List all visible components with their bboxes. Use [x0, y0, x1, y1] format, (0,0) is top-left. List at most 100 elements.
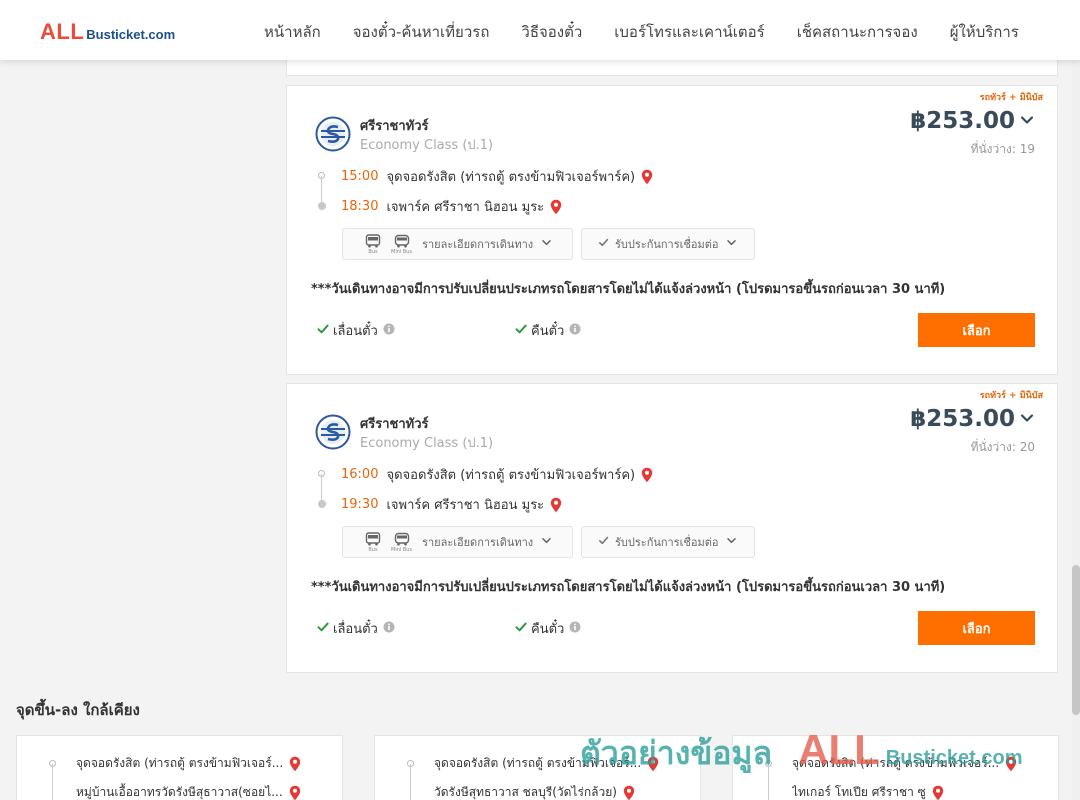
price-toggle[interactable]: ฿253.00	[910, 108, 1035, 134]
nearby-from-label: จุดจอดรังสิต (ท่ารถตู้ ตรงข้ามฟิวเจอร์..…	[76, 756, 284, 770]
nav-check-booking[interactable]: เช็คสถานะการจอง	[797, 20, 918, 44]
info-icon[interactable]	[383, 323, 395, 339]
nearby-to: ไทเกอร์ โทเปีย ศรีราชา ซู	[792, 783, 944, 800]
bus-icon: Bus	[365, 233, 381, 255]
arrival-dot	[318, 500, 326, 508]
arrival-stop: 19:30 เจพาร์ค ศรีราชา นิฮอน มูระ	[341, 494, 562, 515]
select-trip-button[interactable]: เลือก	[918, 313, 1035, 347]
departure-place: จุดจอดรังสิต (ท่ารถตู้ ตรงข้ามฟิวเจอร์พา…	[386, 468, 636, 483]
route-line	[321, 176, 322, 204]
map-pin-icon[interactable]	[550, 497, 562, 513]
scrollbar-thumb[interactable]	[1072, 565, 1080, 715]
nav-book-search[interactable]: จองตั๋ว-ค้นหาเที่ยวรถ	[353, 20, 490, 44]
map-pin-icon[interactable]	[289, 756, 301, 772]
refund-policy: คืนตั๋ว	[515, 618, 581, 639]
info-icon[interactable]	[569, 621, 581, 637]
seats-available: ที่นั่งว่าง: 20	[970, 440, 1035, 454]
map-pin-icon[interactable]	[623, 785, 635, 800]
site-logo[interactable]: ALL Busticket.com	[40, 19, 175, 45]
postpone-label: เลื่อนตั๋ว	[333, 622, 378, 637]
bus-class: Economy Class (ป.1)	[360, 138, 494, 153]
arrival-stop: 18:30 เจพาร์ค ศรีราชา นิฮอน มูระ	[341, 196, 562, 217]
bus-label: Bus	[368, 248, 378, 255]
map-pin-icon[interactable]	[647, 756, 659, 772]
check-icon	[598, 237, 609, 251]
postpone-label: เลื่อนตั๋ว	[333, 324, 378, 339]
nearby-route-card[interactable]: จุดจอดรังสิต (ท่ารถตู้ ตรงข้ามฟิวเจอร์..…	[374, 735, 701, 800]
logo-all-text: ALL	[40, 19, 85, 44]
operator-name: ศรีราชาทัวร์	[360, 119, 429, 134]
connection-guarantee-label: รับประกันการเชื่อมต่อ	[615, 536, 719, 549]
route-line	[768, 764, 769, 800]
arrival-place: เจพาร์ค ศรีราชา นิฮอน มูระ	[386, 498, 545, 513]
check-icon	[317, 621, 329, 637]
chevron-down-icon	[1019, 108, 1035, 134]
price-toggle[interactable]: ฿253.00	[910, 406, 1035, 432]
nearby-to-label: ไทเกอร์ โทเปีย ศรีราชา ซู	[792, 785, 926, 799]
chevron-down-icon	[726, 237, 737, 251]
operator-logo-icon	[315, 116, 351, 152]
price-value: ฿253.00	[910, 406, 1015, 432]
bus-class: Economy Class (ป.1)	[360, 436, 494, 451]
nav-operators[interactable]: ผู้ให้บริการ	[950, 20, 1019, 44]
trip-details-label: รายละเอียดการเดินทาง	[422, 536, 534, 549]
check-icon	[515, 323, 527, 339]
arrival-place: เจพาร์ค ศรีราชา นิฮอน มูระ	[386, 200, 545, 215]
map-pin-icon[interactable]	[641, 467, 653, 483]
vehicle-type-tag: รถทัวร์ + มินิบัส	[979, 391, 1043, 401]
departure-time: 15:00	[341, 169, 379, 184]
nearby-route-card[interactable]: จุดจอดรังสิต (ท่ารถตู้ ตรงข้ามฟิวเจอร์..…	[732, 735, 1059, 800]
nearby-from: จุดจอดรังสิต (ท่ารถตู้ ตรงข้ามฟิวเจอร์..…	[434, 754, 659, 773]
trip-details-label: รายละเอียดการเดินทาง	[422, 238, 534, 251]
departure-time: 16:00	[341, 467, 379, 482]
nearby-from: จุดจอดรังสิต (ท่ารถตู้ ตรงข้ามฟิวเจอร์..…	[792, 754, 1017, 773]
arrival-time: 19:30	[341, 497, 379, 512]
nearby-to-label: หมู่บ้านเอื้ออาทรวัดรังษีสุธาวาส(ซอยไ...	[76, 785, 283, 799]
check-icon	[598, 535, 609, 549]
nav-phone-counters[interactable]: เบอร์โทรและเคาน์เตอร์	[614, 20, 764, 44]
postpone-policy: เลื่อนตั๋ว	[317, 320, 395, 341]
trip-card: รถทัวร์ + มินิบัส ศรีราชาทัวร์ Economy C…	[286, 383, 1058, 673]
minibus-label: Mini Bus	[391, 248, 413, 255]
chevron-down-icon	[726, 535, 737, 549]
connection-guarantee-dropdown[interactable]: รับประกันการเชื่อมต่อ	[581, 526, 755, 558]
logo-busticket-text: Busticket.com	[86, 27, 176, 42]
trip-card: รถทัวร์ + มินิบัส ศรีราชาทัวร์ Economy C…	[286, 85, 1058, 375]
map-pin-icon[interactable]	[641, 169, 653, 185]
nav-home[interactable]: หน้าหลัก	[264, 20, 321, 44]
connection-guarantee-dropdown[interactable]: รับประกันการเชื่อมต่อ	[581, 228, 755, 260]
route-line	[321, 474, 322, 502]
map-pin-icon[interactable]	[1005, 756, 1017, 772]
refund-label: คืนตั๋ว	[531, 622, 565, 637]
bus-label: Bus	[368, 546, 378, 553]
nearby-to: หมู่บ้านเอื้ออาทรวัดรังษีสุธาวาส(ซอยไ...	[76, 783, 301, 800]
refund-policy: คืนตั๋ว	[515, 320, 581, 341]
route-line	[52, 764, 53, 800]
site-header: ALL Busticket.com หน้าหลัก จองตั๋ว-ค้นหา…	[0, 0, 1080, 60]
price-value: ฿253.00	[910, 108, 1015, 134]
trip-details-dropdown[interactable]: Bus Mini Bus รายละเอียดการเดินทาง	[342, 526, 573, 558]
map-pin-icon[interactable]	[289, 785, 301, 800]
nav-how-to-book[interactable]: วิธีจองตั๋ว	[521, 20, 582, 44]
minibus-icon: Mini Bus	[391, 234, 412, 255]
info-icon[interactable]	[383, 621, 395, 637]
bus-icon: Bus	[365, 531, 381, 553]
nearby-to: วัดรังษีสุทธาวาส ชลบุรี(วัดไร่กล้วย)	[434, 783, 635, 800]
postpone-policy: เลื่อนตั๋ว	[317, 618, 395, 639]
departure-stop: 15:00 จุดจอดรังสิต (ท่ารถตู้ ตรงข้ามฟิวเ…	[341, 166, 653, 187]
info-icon[interactable]	[569, 323, 581, 339]
departure-place: จุดจอดรังสิต (ท่ารถตู้ ตรงข้ามฟิวเจอร์พา…	[386, 170, 636, 185]
trip-notice: ***วันเดินทางอาจมีการปรับเปลี่ยนประเภทรถ…	[311, 580, 946, 595]
nearby-from-label: จุดจอดรังสิต (ท่ารถตู้ ตรงข้ามฟิวเจอร์..…	[434, 756, 642, 770]
minibus-label: Mini Bus	[391, 546, 413, 553]
nearby-stops-title: จุดขึ้น-ลง ใกล้เคียง	[16, 701, 140, 719]
nearby-route-card[interactable]: จุดจอดรังสิต (ท่ารถตู้ ตรงข้ามฟิวเจอร์..…	[16, 735, 343, 800]
trip-notice: ***วันเดินทางอาจมีการปรับเปลี่ยนประเภทรถ…	[311, 282, 946, 297]
trip-details-dropdown[interactable]: Bus Mini Bus รายละเอียดการเดินทาง	[342, 228, 573, 260]
minibus-icon: Mini Bus	[391, 532, 412, 553]
select-trip-button[interactable]: เลือก	[918, 611, 1035, 645]
map-pin-icon[interactable]	[932, 785, 944, 800]
map-pin-icon[interactable]	[550, 199, 562, 215]
operator-name: ศรีราชาทัวร์	[360, 417, 429, 432]
vehicle-type-tag: รถทัวร์ + มินิบัส	[979, 93, 1043, 103]
